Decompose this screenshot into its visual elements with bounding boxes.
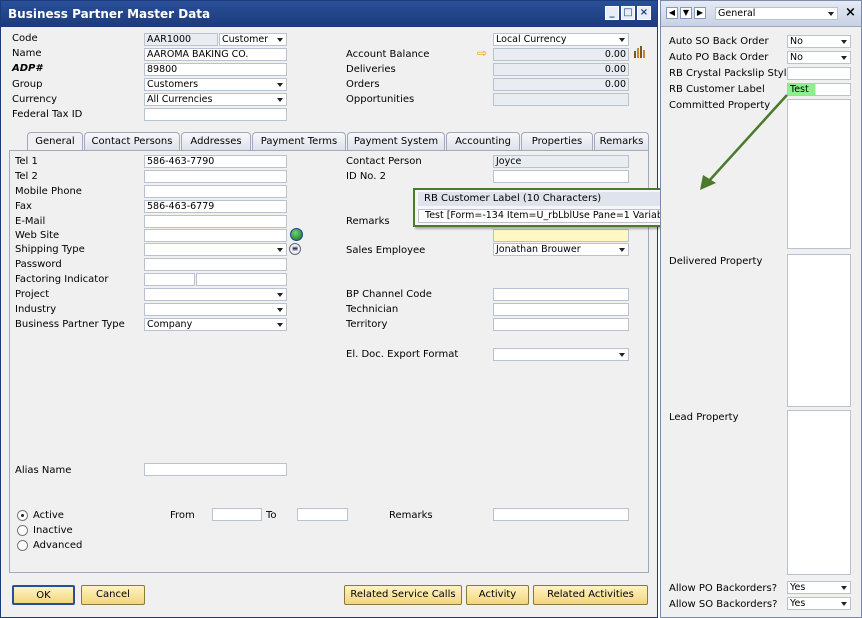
annotation-arrow xyxy=(700,94,788,190)
